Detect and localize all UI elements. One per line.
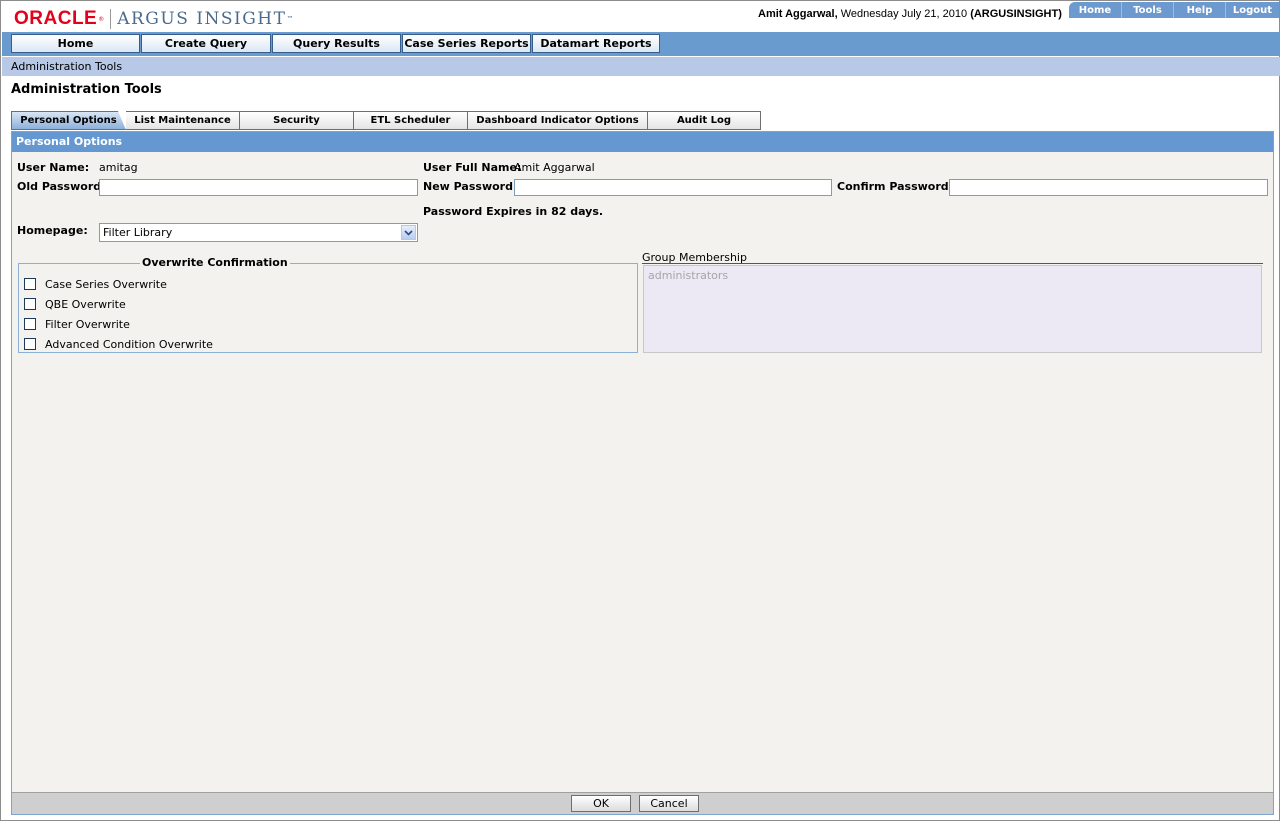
new-password-label: New Password:: [423, 180, 518, 193]
new-password-field[interactable]: [514, 179, 832, 196]
top-links: Home Tools Help Logout: [1069, 2, 1279, 18]
panel-title: Personal Options: [12, 132, 1273, 152]
group-item[interactable]: administrators: [648, 269, 728, 282]
checkbox-qbe-overwrite[interactable]: QBE Overwrite: [24, 297, 126, 311]
current-date: Wednesday July 21, 2010: [840, 8, 968, 20]
confirm-password-label: Confirm Password:: [837, 180, 954, 193]
nav-home[interactable]: Home: [11, 34, 140, 53]
nav-datamart-reports[interactable]: Datamart Reports: [532, 34, 660, 53]
homepage-selected-value: Filter Library: [103, 226, 173, 239]
full-name-label: User Full Name:: [423, 161, 522, 174]
chevron-down-icon[interactable]: [401, 225, 416, 240]
user-info: Amit Aggarwal, Wednesday July 21, 2010 (…: [758, 8, 1062, 20]
oracle-argus-logo: ORACLE ® ARGUS INSIGHT ™: [14, 8, 294, 29]
tab-audit-log[interactable]: Audit Log: [648, 111, 761, 130]
tab-list-maintenance[interactable]: List Maintenance: [126, 111, 240, 130]
top-link-tools[interactable]: Tools: [1121, 2, 1173, 18]
checkbox[interactable]: [24, 338, 36, 350]
page-title: Administration Tools: [11, 82, 162, 97]
old-password-field[interactable]: [99, 179, 418, 196]
checkbox-label: Advanced Condition Overwrite: [45, 337, 213, 351]
nav-create-query[interactable]: Create Query: [141, 34, 271, 53]
top-link-home[interactable]: Home: [1069, 2, 1121, 18]
checkbox[interactable]: [24, 298, 36, 310]
overwrite-confirmation-title: Overwrite Confirmation: [140, 256, 290, 269]
old-password-label: Old Password: [17, 180, 102, 193]
product-name: ARGUS INSIGHT: [117, 9, 287, 29]
password-expiry-text: Password Expires in 82 days.: [423, 205, 604, 218]
checkbox[interactable]: [24, 318, 36, 330]
tab-personal-options[interactable]: Personal Options: [11, 111, 126, 130]
homepage-select[interactable]: Filter Library: [99, 223, 418, 242]
ok-button[interactable]: OK: [571, 795, 631, 812]
top-link-logout[interactable]: Logout: [1225, 2, 1279, 18]
instance-name: (ARGUSINSIGHT): [970, 8, 1062, 20]
overwrite-confirmation-group: Overwrite Confirmation Case Series Overw…: [18, 256, 638, 353]
tab-security[interactable]: Security: [240, 111, 354, 130]
checkbox-filter-overwrite[interactable]: Filter Overwrite: [24, 317, 130, 331]
group-membership-list[interactable]: administrators: [643, 265, 1262, 353]
checkbox-case-series-overwrite[interactable]: Case Series Overwrite: [24, 277, 167, 291]
checkbox-label: Case Series Overwrite: [45, 277, 167, 291]
user-name: Amit Aggarwal,: [758, 8, 838, 20]
main-nav: Home Create Query Query Results Case Ser…: [2, 32, 1280, 56]
cancel-button[interactable]: Cancel: [639, 795, 699, 812]
admin-tabs: Personal Options List Maintenance Securi…: [11, 111, 761, 130]
oracle-logo-text: ORACLE: [14, 8, 98, 29]
logo-divider: [110, 9, 112, 29]
user-name-value: amitag: [99, 161, 138, 174]
panel-footer: OK Cancel: [12, 792, 1273, 814]
breadcrumb: Administration Tools: [2, 57, 1280, 76]
personal-options-panel: Personal Options User Name: amitag User …: [11, 131, 1274, 815]
checkbox-label: QBE Overwrite: [45, 297, 126, 311]
tab-dashboard-indicator-options[interactable]: Dashboard Indicator Options: [468, 111, 648, 130]
group-membership-divider: [642, 263, 1263, 264]
checkbox-advanced-condition-overwrite[interactable]: Advanced Condition Overwrite: [24, 337, 213, 351]
homepage-label: Homepage:: [17, 224, 88, 237]
full-name-value: Amit Aggarwal: [514, 161, 595, 174]
user-name-label: User Name:: [17, 161, 90, 174]
confirm-password-field[interactable]: [949, 179, 1268, 196]
app-window: ORACLE ® ARGUS INSIGHT ™ Amit Aggarwal, We…: [0, 0, 1280, 821]
nav-case-series-reports[interactable]: Case Series Reports: [402, 34, 531, 53]
checkbox-label: Filter Overwrite: [45, 317, 130, 331]
tab-etl-scheduler[interactable]: ETL Scheduler: [354, 111, 468, 130]
nav-query-results[interactable]: Query Results: [272, 34, 401, 53]
top-link-help[interactable]: Help: [1173, 2, 1225, 18]
checkbox[interactable]: [24, 278, 36, 290]
